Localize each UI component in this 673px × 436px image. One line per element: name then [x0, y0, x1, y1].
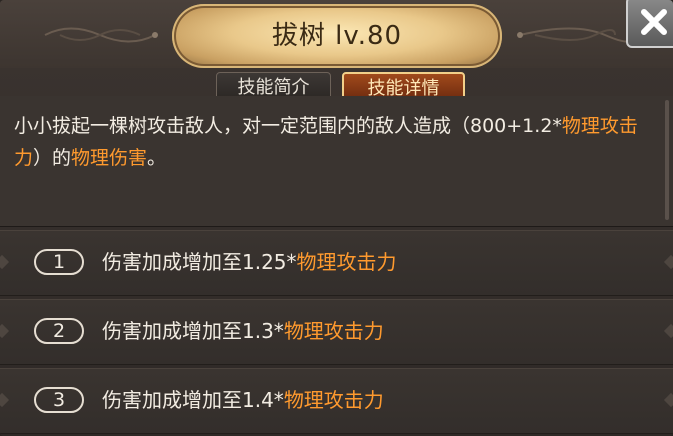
upgrade-row: 3 伤害加成增加至1.4*物理攻击力 — [0, 368, 673, 434]
row-diamond-icon — [663, 254, 673, 270]
skill-title: 拔树 lv.80 — [271, 21, 403, 51]
row-diamond-icon — [0, 254, 10, 270]
upgrade-desc: 伤害加成增加至1.4* — [102, 388, 284, 412]
row-diamond-icon — [663, 323, 673, 339]
upgrade-desc: 伤害加成增加至1.3* — [102, 319, 284, 343]
upgrade-text: 伤害加成增加至1.4*物理攻击力 — [102, 383, 384, 417]
upgrade-number: 3 — [34, 387, 84, 413]
upgrade-highlight: 物理攻击力 — [296, 250, 397, 274]
upgrade-highlight: 物理攻击力 — [283, 319, 384, 343]
description-mid: ）的 — [33, 147, 72, 169]
upgrade-number: 2 — [34, 318, 84, 344]
description-panel: 小小拔起一棵树攻击敌人，对一定范围内的敌人造成（800+1.2*物理攻击力）的物… — [0, 96, 673, 227]
upgrade-highlight: 物理攻击力 — [283, 388, 384, 412]
row-diamond-icon — [0, 392, 10, 408]
upgrade-number: 1 — [34, 249, 84, 275]
upgrade-row: 1 伤害加成增加至1.25*物理攻击力 — [0, 230, 673, 296]
description-suffix: 。 — [147, 147, 167, 169]
description-prefix: 小小拔起一棵树攻击敌人，对一定范围内的敌人造成（800+1.2* — [14, 115, 562, 137]
upgrade-text: 伤害加成增加至1.25*物理攻击力 — [102, 245, 397, 279]
ornament-left-icon — [44, 27, 158, 43]
description-highlight-damage: 物理伤害 — [71, 147, 148, 169]
close-icon — [641, 9, 667, 35]
skill-detail-panel: 拔树 lv.80 技能简介 技能详情 小小拔起一棵树攻击敌人，对一定范围内的敌人… — [0, 0, 673, 436]
description-text: 小小拔起一棵树攻击敌人，对一定范围内的敌人造成（800+1.2*物理攻击力）的物… — [14, 110, 662, 174]
upgrade-text: 伤害加成增加至1.3*物理攻击力 — [102, 314, 384, 348]
ornament-right-icon — [517, 27, 632, 43]
upgrade-desc: 伤害加成增加至1.25* — [102, 250, 297, 274]
row-diamond-icon — [663, 392, 673, 408]
close-button[interactable] — [626, 0, 673, 48]
row-diamond-icon — [0, 323, 10, 339]
upgrade-row: 2 伤害加成增加至1.3*物理攻击力 — [0, 299, 673, 365]
title-banner: 拔树 lv.80 — [0, 0, 673, 68]
scrollbar[interactable] — [665, 100, 669, 220]
